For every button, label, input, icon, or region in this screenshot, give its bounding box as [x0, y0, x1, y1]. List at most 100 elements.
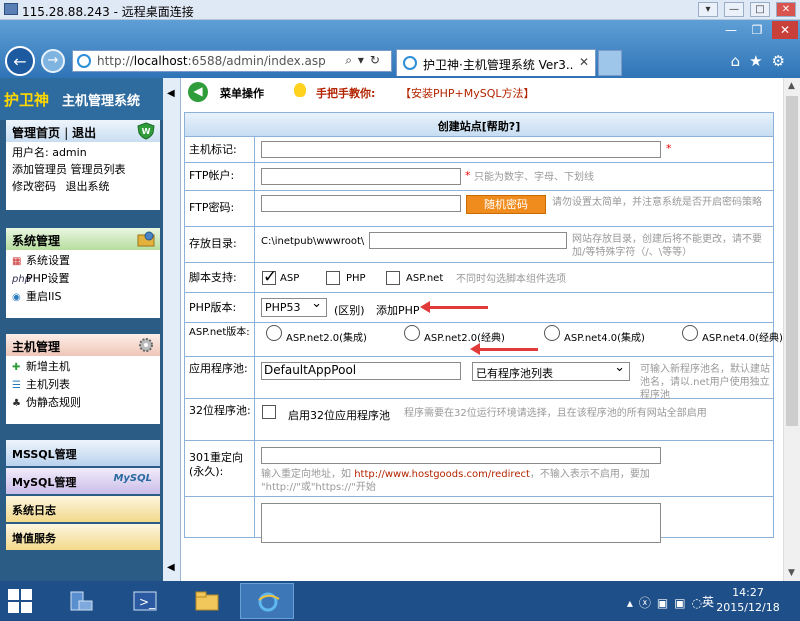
new-tab-button[interactable] [598, 50, 622, 76]
scroll-down-icon[interactable]: ▼ [788, 568, 795, 578]
php-checkbox[interactable] [326, 271, 340, 285]
admin-list-link[interactable]: 管理员列表 [71, 163, 126, 176]
directory-prefix: C:\inetpub\wwwroot\ [261, 236, 365, 247]
aspnet40-classic-radio[interactable] [682, 325, 698, 341]
sidebar-item-php-settings[interactable]: phpPHP设置 [12, 270, 154, 288]
address-tools-icons[interactable]: ⌕▾↻ [345, 53, 386, 68]
mysql-logo: MySQL [113, 473, 152, 484]
script-support-label: 脚本支持: [185, 263, 255, 292]
sidebar-item-new-host[interactable]: ✚ 新增主机 [12, 358, 154, 376]
sidebar-item-system-log[interactable]: 系统日志 [6, 496, 160, 522]
account-panel: 管理首页 | 退出 W 用户名: admin 添加管理员 管理员列表 修改密码 … [6, 120, 160, 210]
exit-system-link[interactable]: 退出系统 [66, 180, 110, 193]
sidebar-item-system-settings[interactable]: ▦ 系统设置 [12, 252, 154, 270]
change-password-link[interactable]: 修改密码 [12, 180, 56, 193]
aspnet20-integrated-radio[interactable] [266, 325, 282, 341]
aspnet-option-label: ASP.net4.0(经典) [702, 333, 783, 344]
directory-input[interactable] [369, 232, 567, 249]
start-windows-icon[interactable] [8, 589, 32, 613]
taskbar-clock[interactable]: 14:27 2015/12/18 [708, 585, 788, 615]
sidebar-collapse-strip[interactable]: ◀ ◀ [163, 78, 181, 581]
create-site-form: 创建站点[帮助?] 主机标记: * FTP帐户: * 只能为数字、字母、下划线 [184, 112, 783, 543]
annotation-arrow-icon [470, 343, 538, 355]
random-password-button[interactable]: 随机密码 [466, 195, 546, 214]
app-pool-select[interactable]: 已有程序池列表 [472, 360, 630, 381]
aspnet-checkbox[interactable] [386, 271, 400, 285]
sidebar-item-value-added[interactable]: 增值服务 [6, 524, 160, 550]
ie-minimize-button[interactable]: — [718, 21, 744, 39]
ftp-password-hint: 请勿设置太简单，并注意系统是否开启密码策略 [552, 197, 762, 208]
host-tag-label: 主机标记: [185, 137, 255, 162]
svg-text:W: W [142, 127, 151, 136]
ie-tab-icon [403, 56, 417, 70]
host-panel-title: 主机管理 [12, 340, 61, 354]
row-ftp-user: FTP帐户: * 只能为数字、字母、下划线 [185, 163, 773, 191]
ie-maximize-button[interactable]: ❐ [744, 21, 770, 39]
required-mark: * [666, 142, 672, 155]
php-difference-link[interactable]: (区别) [334, 302, 365, 318]
tab-label: 护卫神·主机管理系统 Ver3... [423, 58, 573, 72]
ftp-password-input[interactable] [261, 195, 461, 212]
install-php-mysql-link[interactable]: 【安装PHP+MySQL方法】 [400, 85, 535, 101]
admin-home-link[interactable]: 管理首页 [12, 126, 60, 140]
ie-close-button[interactable]: ✕ [772, 21, 798, 39]
32bit-pool-label: 32位程序池: [185, 399, 255, 440]
aspnet-option-label: ASP.net2.0(经典) [424, 333, 505, 344]
collapse-arrow-icon[interactable]: ◀ [167, 88, 175, 99]
sidebar-item-mysql[interactable]: MySQL管理 MySQL [6, 468, 160, 494]
forward-button[interactable]: → [41, 49, 65, 73]
rdp-close-button[interactable]: ✕ [776, 2, 796, 17]
next-textarea[interactable] [261, 503, 661, 543]
sidebar-item-rewrite-rules[interactable]: ♣ 伪静态规则 [12, 394, 154, 412]
host-panel: 主机管理 ✚ 新增主机 ☰ 主机列表 ♣ 伪静态规则 [6, 334, 160, 424]
collapse-arrow-icon-bottom[interactable]: ◀ [167, 562, 175, 573]
sidebar-item-host-list[interactable]: ☰ 主机列表 [12, 376, 154, 394]
ftp-user-input[interactable] [261, 168, 461, 185]
sidebar-item-restart-iis[interactable]: ◉ 重启IIS [12, 288, 154, 306]
aspnet40-integrated-radio[interactable] [544, 325, 560, 341]
32bit-pool-option-label: 启用32位应用程序池 [288, 409, 390, 422]
address-url[interactable]: http://localhost:6588/admin/index.asp [97, 54, 326, 68]
add-php-link[interactable]: 添加PHP [376, 302, 420, 318]
taskbar-internet-explorer[interactable] [240, 583, 294, 619]
tab-close-icon[interactable]: ✕ [579, 55, 589, 69]
internet-explorer-icon [258, 592, 280, 612]
form-title[interactable]: 创建站点[帮助?] [185, 113, 773, 137]
add-admin-link[interactable]: 添加管理员 [12, 163, 67, 176]
browser-chrome: — ❐ ✕ ← → http://localhost:6588/admin/in… [0, 20, 800, 78]
host-panel-header[interactable]: 主机管理 [6, 334, 160, 356]
clock-date: 2015/12/18 [716, 601, 780, 614]
taskbar-powershell[interactable]: >_ [118, 583, 172, 619]
taskbar-server-manager[interactable] [54, 583, 108, 619]
directory-label: 存放目录: [185, 227, 255, 262]
asp-checkbox[interactable] [262, 267, 277, 287]
php-version-select[interactable]: PHP53 [261, 296, 327, 317]
logout-link[interactable]: 退出 [72, 126, 96, 140]
back-button[interactable]: ← [5, 46, 35, 76]
scroll-thumb[interactable] [786, 96, 798, 426]
page-scrollbar[interactable]: ▲ ▼ [783, 78, 800, 581]
powershell-icon: >_ [133, 591, 157, 611]
address-bar[interactable]: http://localhost:6588/admin/index.asp ⌕▾… [72, 50, 392, 72]
system-panel-header[interactable]: 系统管理 [6, 228, 160, 250]
brand-name: 护卫神 [4, 91, 50, 109]
account-panel-header: 管理首页 | 退出 W [6, 120, 160, 142]
sidebar-item-mssql[interactable]: MSSQL管理 [6, 440, 160, 466]
home-favorites-tools-icons[interactable]: ⌂★⚙ [731, 52, 794, 70]
host-tag-input[interactable] [261, 141, 661, 158]
row-host-tag: 主机标记: * [185, 137, 773, 163]
tab-admin-system[interactable]: 护卫神·主机管理系统 Ver3... ✕ [396, 49, 596, 76]
scroll-up-icon[interactable]: ▲ [788, 81, 795, 91]
aspnet20-classic-radio[interactable] [404, 325, 420, 341]
rdp-restore-button[interactable]: □ [750, 2, 770, 17]
system-tray-icons[interactable]: ▴ⓧ▣▣◌ [627, 594, 708, 611]
menu-arrow-icon[interactable]: ◀ [188, 82, 208, 102]
rdp-minimize-button[interactable]: — [724, 2, 744, 17]
redirect-input[interactable] [261, 447, 661, 464]
32bit-pool-checkbox[interactable] [262, 405, 276, 419]
menu-operations-label[interactable]: 菜单操作 [220, 85, 264, 101]
app-pool-input[interactable]: DefaultAppPool [261, 362, 461, 380]
username-line: 用户名: admin [12, 146, 87, 159]
rdp-menu-button[interactable]: ▾ [698, 2, 718, 17]
taskbar-file-explorer[interactable] [180, 583, 234, 619]
